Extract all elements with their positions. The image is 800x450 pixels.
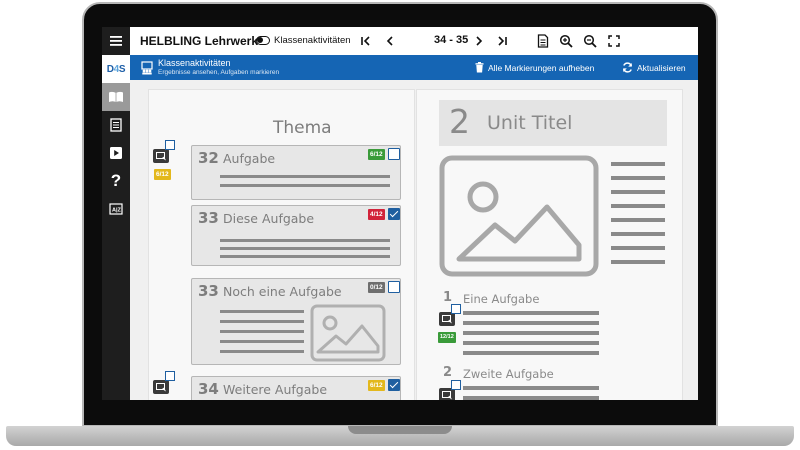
- trash-icon: [475, 62, 484, 73]
- first-page-button[interactable]: [358, 33, 374, 49]
- task-card[interactable]: 34 Weitere Aufgabe 6/12: [191, 376, 401, 400]
- unit-title: Unit Titel: [487, 112, 573, 134]
- subtask-number: 1: [443, 290, 453, 305]
- refresh-icon: [622, 62, 633, 73]
- zoom-out-icon: [583, 34, 597, 48]
- task-number: 34: [198, 380, 219, 398]
- page-heading: Thema: [273, 118, 332, 138]
- sidebar-item-media[interactable]: [102, 139, 130, 167]
- class-activities-title: Klassenaktivitäten: [158, 58, 231, 68]
- task-number: 33: [198, 282, 219, 300]
- logo-text: D4S: [106, 63, 126, 75]
- assign-checkbox[interactable]: [451, 380, 461, 390]
- task-name: Noch eine Aufgabe: [223, 284, 342, 299]
- assign-checkbox[interactable]: [165, 140, 175, 150]
- task-number: 33: [198, 209, 219, 227]
- class-score-badge: 12/12: [438, 332, 456, 343]
- zoom-out-button[interactable]: [582, 33, 598, 49]
- class-activities-bar: Klassenaktivitäten Ergebnisse ansehen, A…: [130, 55, 698, 80]
- book-icon: [109, 91, 123, 102]
- last-page-button[interactable]: [494, 33, 510, 49]
- fullscreen-icon: [608, 35, 620, 47]
- task-card[interactable]: 33 Diese Aufgabe 4/12: [191, 205, 401, 266]
- help-icon: ?: [110, 171, 122, 190]
- class-activities-toggle[interactable]: [256, 36, 270, 45]
- assign-icon: [441, 390, 452, 399]
- assign-task-button[interactable]: [153, 380, 169, 394]
- subtask-name: Eine Aufgabe: [463, 292, 540, 306]
- prev-page-button[interactable]: [382, 33, 398, 49]
- refresh-button[interactable]: Aktualisieren: [622, 62, 686, 73]
- fullscreen-button[interactable]: [606, 33, 622, 49]
- app-screen: D4S ? A|Z HELBLING Lehrwerk Klassenaktiv…: [102, 27, 698, 400]
- document-icon: [537, 34, 549, 48]
- assign-icon: [155, 151, 166, 160]
- sidebar-item-help[interactable]: ?: [102, 167, 130, 195]
- chevron-left-icon: [386, 36, 393, 46]
- top-toolbar: HELBLING Lehrwerk Klassenaktivitäten 34 …: [130, 27, 698, 55]
- class-activities-icon: [140, 60, 154, 79]
- task-number: 32: [198, 149, 219, 167]
- worksheet-icon: [110, 118, 122, 132]
- score-badge: 6/12: [368, 149, 385, 160]
- task-card[interactable]: 33 Noch eine Aufgabe 0/12: [191, 278, 401, 365]
- task-checkbox[interactable]: [388, 281, 400, 293]
- assign-checkbox[interactable]: [165, 371, 175, 381]
- assign-task-button[interactable]: [439, 312, 455, 326]
- svg-text:A|Z: A|Z: [112, 208, 122, 214]
- refresh-label: Aktualisieren: [637, 62, 686, 73]
- task-name: Aufgabe: [223, 151, 276, 166]
- task-checkbox[interactable]: [388, 148, 400, 160]
- right-page: 2 Unit Titel 1 Eine Aufgabe 12/12 2 Zwei…: [416, 89, 683, 400]
- sidebar-item-book[interactable]: [102, 83, 130, 111]
- class-activities-label: Klassenaktivitäten: [274, 35, 351, 46]
- app-title: HELBLING Lehrwerk: [140, 34, 259, 48]
- task-card[interactable]: 32 Aufgabe 6/12: [191, 145, 401, 200]
- glossary-icon: A|Z: [109, 203, 123, 215]
- left-page: Thema 32 Aufgabe 6/12 6/12 33 Diese Aufg…: [148, 89, 415, 400]
- zoom-in-button[interactable]: [558, 33, 574, 49]
- laptop-notch: [348, 426, 452, 434]
- image-placeholder-icon: [310, 304, 386, 362]
- class-activities-subtitle: Ergebnisse ansehen, Aufgaben markieren: [158, 69, 280, 76]
- sidebar-item-glossary[interactable]: A|Z: [102, 195, 130, 223]
- class-score-badge: 6/12: [154, 169, 171, 180]
- menu-button[interactable]: [102, 27, 130, 55]
- assign-task-button[interactable]: [153, 149, 169, 163]
- assign-icon: [155, 382, 166, 391]
- task-checkbox-checked[interactable]: [388, 379, 400, 391]
- document-button[interactable]: [535, 33, 551, 49]
- unit-header: 2 Unit Titel: [439, 100, 667, 146]
- clear-markings-button[interactable]: Alle Markierungen aufheben: [475, 62, 594, 73]
- assign-icon: [441, 314, 452, 323]
- score-badge: 6/12: [368, 380, 385, 391]
- task-name: Weitere Aufgabe: [223, 382, 328, 397]
- task-name: Diese Aufgabe: [223, 211, 315, 226]
- zoom-in-icon: [559, 34, 573, 48]
- score-badge: 4/12: [368, 209, 385, 220]
- play-icon: [110, 147, 122, 159]
- sidebar-item-worksheet[interactable]: [102, 111, 130, 139]
- clear-markings-label: Alle Markierungen aufheben: [488, 62, 595, 73]
- score-badge: 0/12: [368, 282, 385, 293]
- subtask-number: 2: [443, 365, 453, 380]
- unit-number: 2: [449, 102, 470, 141]
- next-page-button[interactable]: [471, 33, 487, 49]
- d4s-logo[interactable]: D4S: [102, 55, 130, 83]
- subtask-name: Zweite Aufgabe: [463, 367, 554, 381]
- laptop-mockup: D4S ? A|Z HELBLING Lehrwerk Klassenaktiv…: [0, 0, 800, 450]
- sidebar: D4S ? A|Z: [102, 27, 130, 400]
- image-placeholder-icon: [439, 155, 599, 277]
- book-content: Thema 32 Aufgabe 6/12 6/12 33 Diese Aufg…: [130, 80, 698, 400]
- last-page-icon: [498, 36, 507, 46]
- chevron-right-icon: [476, 36, 483, 46]
- first-page-icon: [361, 36, 370, 46]
- assign-checkbox[interactable]: [451, 304, 461, 314]
- task-checkbox-checked[interactable]: [388, 208, 400, 220]
- hamburger-icon: [110, 36, 122, 46]
